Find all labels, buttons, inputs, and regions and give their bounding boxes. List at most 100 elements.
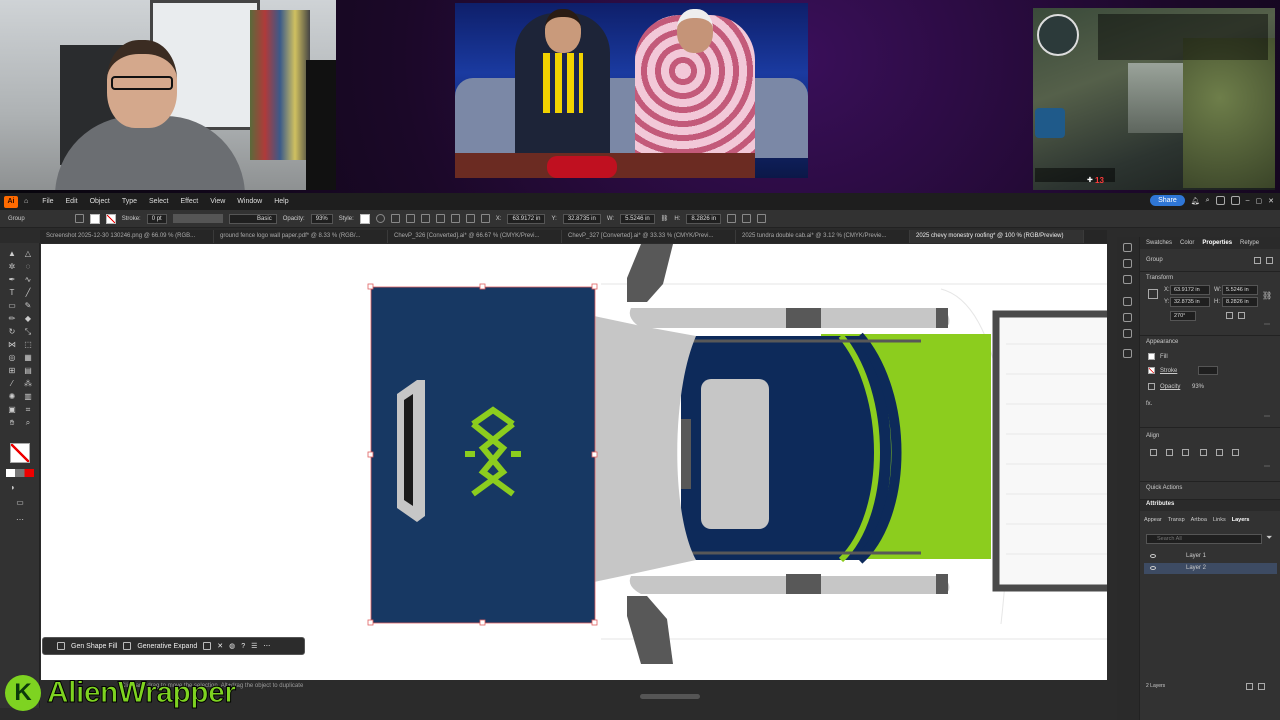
eraser-tool-icon[interactable]: ◆ — [23, 314, 33, 324]
blend-tool-icon[interactable]: ⁂ — [23, 379, 33, 389]
glyphs-panel-icon[interactable] — [1123, 329, 1132, 338]
type-tool-icon[interactable]: T — [7, 288, 17, 298]
mesh-tool-icon[interactable]: ⊞ — [7, 366, 17, 376]
properties-panel-icon[interactable] — [1123, 243, 1132, 252]
layer-name[interactable]: Layer 2 — [1186, 565, 1206, 571]
tab-document[interactable]: 2025 tundra double cab.ai* @ 3.12 % (CMY… — [736, 230, 910, 243]
align-right-icon[interactable] — [420, 214, 430, 223]
tab-document-active[interactable]: 2025 chevy monestry roofing* @ 100 % (RG… — [910, 230, 1084, 243]
h-field[interactable]: 8.2826 in — [1222, 297, 1258, 307]
y-field[interactable]: 32.8735 in — [1170, 297, 1210, 307]
width-tool-icon[interactable]: ⋈ — [7, 340, 17, 350]
color-panel-icon[interactable] — [1123, 259, 1132, 268]
slice-tool-icon[interactable]: ⌗ — [23, 405, 33, 415]
w-field[interactable]: 5.5246 in — [1222, 285, 1258, 295]
more-options-icon[interactable] — [757, 214, 767, 223]
paragraph-panel-icon[interactable] — [1123, 313, 1132, 322]
bell-icon[interactable]: 🔔︎ — [1191, 197, 1200, 205]
align-top-icon[interactable] — [435, 214, 445, 223]
fill-swatch[interactable] — [89, 213, 100, 224]
brushes-panel-icon[interactable] — [1123, 275, 1132, 284]
stroke-weight-field[interactable] — [1198, 366, 1218, 375]
rectangle-tool-icon[interactable]: ▭ — [7, 301, 17, 311]
free-transform-tool-icon[interactable]: ⬚ — [23, 340, 33, 350]
symbol-sprayer-tool-icon[interactable]: ✺ — [7, 392, 17, 402]
recolor-icon[interactable] — [203, 642, 212, 650]
tab-swatches[interactable]: Swatches — [1146, 240, 1172, 246]
globe-icon[interactable]: ◍ — [229, 642, 235, 650]
effects-button[interactable]: fx. — [1146, 401, 1152, 407]
color-mode-icon[interactable] — [6, 469, 34, 477]
maximize-icon[interactable]: ▢ — [1256, 197, 1263, 205]
draw-mode-icon[interactable]: ◑ — [7, 483, 17, 493]
play-actions-icon[interactable] — [1123, 349, 1132, 358]
panel-options-icon[interactable] — [1266, 257, 1273, 264]
menu-effect[interactable]: Effect — [174, 198, 204, 205]
tab-links[interactable]: Links — [1213, 517, 1226, 523]
link-proportions-icon[interactable]: ⛓ — [661, 215, 669, 222]
align-left-icon[interactable] — [1150, 449, 1157, 456]
h-field[interactable]: 8.2826 in — [686, 213, 722, 224]
align-center-icon[interactable] — [405, 214, 415, 223]
transform-icon[interactable] — [727, 214, 737, 223]
home-icon[interactable]: ⌂ — [24, 198, 28, 205]
filter-icon[interactable]: ⏷ — [1266, 533, 1272, 543]
layers-search-input[interactable] — [1146, 534, 1262, 544]
generative-expand-button[interactable]: Generative Expand — [137, 643, 197, 650]
stroke-swatch[interactable] — [105, 213, 116, 224]
tab-document[interactable]: ground fence logo wall paper.pdf* @ 8.33… — [214, 230, 388, 243]
more-icon[interactable]: ⋯ — [263, 642, 270, 650]
visibility-icon[interactable] — [1150, 554, 1156, 558]
x-field[interactable]: 63.9172 in — [507, 213, 546, 224]
perspective-tool-icon[interactable]: ▦ — [23, 353, 33, 363]
artboard-canvas[interactable] — [41, 244, 1107, 680]
menu-view[interactable]: View — [204, 198, 231, 205]
minimize-icon[interactable]: – — [1246, 197, 1250, 204]
selection-tool-icon[interactable]: ▲ — [7, 249, 17, 259]
rotate-tool-icon[interactable]: ↻ — [7, 327, 17, 337]
stroke-swatch[interactable] — [1148, 367, 1155, 374]
search-icon[interactable]: ⌕ — [1206, 197, 1210, 205]
link-proportions-icon[interactable]: ⛓ — [1262, 291, 1272, 300]
tab-document[interactable]: ChevP_327 [Converted].ai* @ 33.33 % (CMY… — [562, 230, 736, 243]
tab-document[interactable]: Screenshot 2025-12-30 130246.png @ 66.09… — [40, 230, 214, 243]
delete-layer-icon[interactable] — [1258, 683, 1265, 690]
fill-stroke-swatches-icon[interactable] — [10, 443, 30, 463]
menu-edit[interactable]: Edit — [60, 198, 84, 205]
fill-swatch[interactable] — [1148, 353, 1155, 360]
lasso-tool-icon[interactable]: ◌ — [23, 262, 33, 272]
align-left-icon[interactable] — [390, 214, 400, 223]
stroke-weight-field[interactable]: 0 pt — [146, 213, 167, 224]
opacity-label[interactable]: Opacity — [1160, 384, 1180, 390]
menu-object[interactable]: Object — [84, 198, 116, 205]
layer-row-selected[interactable]: Layer 2 — [1144, 563, 1277, 574]
flip-vertical-icon[interactable] — [1238, 312, 1245, 319]
stroke-label[interactable]: Stroke — [1160, 368, 1177, 374]
direct-selection-tool-icon[interactable]: △ — [23, 249, 33, 259]
share-button[interactable]: Share — [1150, 195, 1185, 206]
eyedropper-tool-icon[interactable]: ⁄ — [7, 379, 17, 389]
hand-tool-icon[interactable]: ✋︎ — [7, 418, 17, 428]
more-options-icon[interactable]: ⋯ — [1264, 413, 1270, 420]
isolate-group-icon[interactable] — [1254, 257, 1261, 264]
menu-window[interactable]: Window — [231, 198, 268, 205]
pencil-tool-icon[interactable]: ✏ — [7, 314, 17, 324]
recolor-icon[interactable] — [375, 214, 385, 223]
arrange-icon[interactable] — [1215, 196, 1225, 205]
brush-field[interactable]: Basic — [228, 213, 277, 224]
more-options-icon[interactable]: ⋯ — [1264, 321, 1270, 328]
align-hcenter-icon[interactable] — [1166, 449, 1173, 456]
help-icon[interactable]: ? — [241, 643, 245, 650]
tab-appearance[interactable]: Appear — [1144, 517, 1162, 523]
scale-tool-icon[interactable]: ⤡ — [23, 327, 33, 337]
line-tool-icon[interactable]: ╱ — [23, 288, 33, 298]
shape-builder-tool-icon[interactable]: ◎ — [7, 353, 17, 363]
new-layer-icon[interactable] — [1246, 683, 1253, 690]
layer-row[interactable]: Layer 1 — [1144, 551, 1277, 562]
flip-horizontal-icon[interactable] — [1226, 312, 1233, 319]
tab-document[interactable]: ChevP_326 [Converted].ai* @ 66.67 % (CMY… — [388, 230, 562, 243]
menu-select[interactable]: Select — [143, 198, 174, 205]
align-bottom-icon[interactable] — [1232, 449, 1239, 456]
type-panel-icon[interactable] — [1123, 297, 1132, 306]
truck-wrap-artwork[interactable] — [41, 244, 1107, 680]
